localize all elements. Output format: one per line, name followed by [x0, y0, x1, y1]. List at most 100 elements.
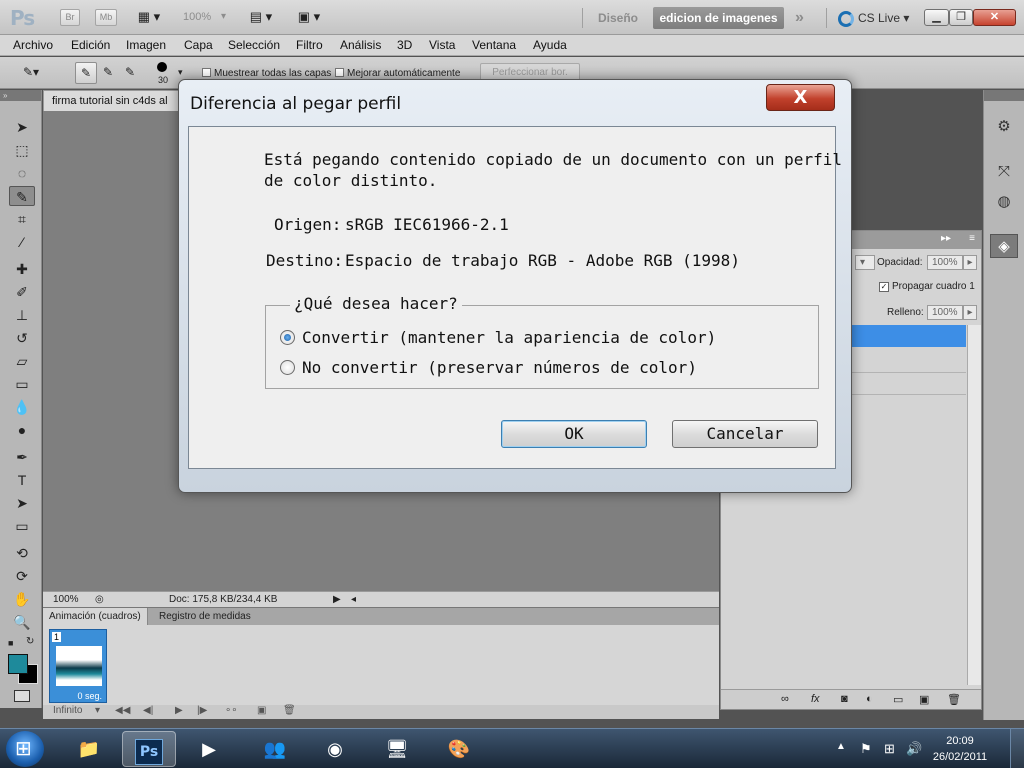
new-group-icon[interactable]: ▭	[893, 693, 903, 706]
scroll-left-icon[interactable]: ◂	[351, 594, 356, 605]
masks-icon[interactable]: ◍	[990, 190, 1018, 214]
layer-style-icon[interactable]: fx	[811, 693, 820, 705]
loop-dropdown-icon[interactable]: ▾	[95, 705, 100, 716]
quick-mask-icon[interactable]	[14, 690, 30, 702]
crop-tool-icon[interactable]: ⌗	[9, 209, 35, 229]
close-window-button[interactable]: ✕	[973, 9, 1016, 26]
propagate-frame-checkbox[interactable]: ✓ Propagar cuadro 1	[879, 281, 975, 292]
move-tool-icon[interactable]: ➤	[9, 117, 35, 137]
show-desktop-button[interactable]	[1010, 729, 1024, 768]
workspace-design[interactable]: Diseño	[598, 7, 638, 29]
new-layer-icon[interactable]: ▣	[919, 693, 929, 706]
blur-tool-icon[interactable]: 💧	[9, 397, 35, 417]
delete-frame-icon[interactable]: 🗑	[283, 705, 296, 716]
auto-enhance-checkbox[interactable]: Mejorar automáticamente	[335, 68, 460, 79]
transform-icon[interactable]: ⤧	[990, 160, 1018, 184]
system-clock[interactable]: 20:09 26/02/2011	[930, 733, 990, 765]
mini-bridge-button[interactable]: Mb	[95, 9, 117, 26]
clone-stamp-tool-icon[interactable]: ⊥	[9, 305, 35, 325]
no-convert-radio[interactable]	[280, 360, 295, 375]
opacity-field[interactable]: 100%	[927, 255, 963, 270]
media-player-taskbar-icon[interactable]: ▶	[182, 731, 236, 767]
dialog-close-button[interactable]: X	[766, 84, 835, 111]
menu-3d[interactable]: 3D	[397, 38, 412, 52]
remote-desktop-taskbar-icon[interactable]: 🖥	[370, 731, 424, 767]
brush-preview-icon[interactable]	[157, 62, 167, 72]
zoom-dropdown-icon[interactable]: ▾	[221, 11, 226, 22]
3d-orbit-tool-icon[interactable]: ⟳	[9, 566, 35, 586]
add-mask-icon[interactable]: ◙	[841, 693, 848, 705]
subtract-selection-icon[interactable]: ✎	[119, 62, 141, 84]
add-to-selection-icon[interactable]: ✎	[97, 62, 119, 84]
frame-duration[interactable]: 0 seg.	[50, 691, 106, 701]
messenger-taskbar-icon[interactable]: 👥	[248, 731, 302, 767]
firefox-taskbar-icon[interactable]: ◉	[308, 731, 362, 767]
history-brush-tool-icon[interactable]: ↺	[9, 328, 35, 348]
tween-icon[interactable]: ∘∘	[225, 705, 238, 716]
no-convert-option[interactable]: No convertir (preservar números de color…	[280, 358, 697, 377]
3d-rotate-tool-icon[interactable]: ⟲	[9, 543, 35, 563]
brush-tool-icon[interactable]: ✐	[9, 282, 35, 302]
tools-collapse-icon[interactable]: »	[0, 90, 41, 101]
swap-colors-icon[interactable]: ↻	[26, 636, 34, 647]
play-icon[interactable]: ▶	[175, 705, 183, 716]
tab-animacion[interactable]: Animación (cuadros)	[43, 608, 148, 626]
new-selection-icon[interactable]: ✎	[75, 62, 97, 84]
tool-preset-icon[interactable]: ✎▾	[20, 62, 42, 84]
link-layers-icon[interactable]: ∞	[781, 693, 789, 705]
duplicate-frame-icon[interactable]: ▣	[257, 705, 266, 716]
foreground-color-swatch[interactable]	[8, 654, 28, 674]
blend-mode-dropdown[interactable]: ▾	[855, 255, 875, 270]
panel-menu-icon[interactable]: ≡	[969, 233, 975, 244]
eyedropper-tool-icon[interactable]: ⁄	[9, 232, 35, 252]
delete-layer-icon[interactable]: 🗑	[947, 693, 961, 706]
brush-picker-icon[interactable]: ▾	[178, 67, 183, 78]
marquee-tool-icon[interactable]: ⬚	[9, 140, 35, 160]
healing-brush-tool-icon[interactable]: ✚	[9, 259, 35, 279]
photoshop-taskbar-button[interactable]: Ps	[122, 731, 176, 767]
next-frame-icon[interactable]: |▶	[197, 705, 207, 716]
menu-ventana[interactable]: Ventana	[472, 38, 516, 52]
explorer-taskbar-icon[interactable]: 📁	[62, 731, 116, 767]
more-workspaces-icon[interactable]: »	[795, 7, 804, 29]
volume-icon[interactable]: 🔊	[906, 741, 922, 757]
menu-ayuda[interactable]: Ayuda	[533, 38, 567, 52]
convert-radio[interactable]	[280, 330, 295, 345]
shape-tool-icon[interactable]: ▭	[9, 516, 35, 536]
menu-seleccion[interactable]: Selección	[228, 38, 280, 52]
network-icon[interactable]: ⊞	[884, 741, 895, 757]
convert-option[interactable]: Convertir (mantener la apariencia de col…	[280, 328, 716, 347]
default-colors-icon[interactable]: ■	[8, 638, 13, 648]
adjustments-icon[interactable]: ⚙	[990, 115, 1018, 139]
ok-button[interactable]: OK	[501, 420, 647, 448]
layers-scrollbar[interactable]	[967, 325, 981, 685]
menu-imagen[interactable]: Imagen	[126, 38, 166, 52]
dock-collapse-icon[interactable]	[984, 90, 1024, 101]
minimize-button[interactable]: ▁	[924, 9, 949, 26]
previous-frame-icon[interactable]: ◀|	[143, 705, 153, 716]
zoom-tool-icon[interactable]: 🔍	[9, 612, 35, 632]
animation-frame[interactable]: 1 0 seg.	[49, 629, 107, 703]
lasso-tool-icon[interactable]: ◌	[9, 163, 35, 183]
gradient-tool-icon[interactable]: ▭	[9, 374, 35, 394]
first-frame-icon[interactable]: ◀◀	[115, 705, 130, 716]
menu-filtro[interactable]: Filtro	[296, 38, 323, 52]
menu-vista[interactable]: Vista	[429, 38, 455, 52]
panel-collapse-icon[interactable]: ▸▸	[941, 233, 951, 244]
status-zoom[interactable]: 100%	[53, 594, 79, 605]
tab-registro-medidas[interactable]: Registro de medidas	[153, 608, 257, 626]
menu-archivo[interactable]: Archivo	[13, 38, 53, 52]
screen-mode-icon[interactable]: ▣ ▾	[292, 9, 326, 26]
sample-all-layers-checkbox[interactable]: Muestrear todas las capas	[202, 68, 331, 79]
arrange-documents-icon[interactable]: ▤ ▾	[244, 9, 278, 26]
menu-edicion[interactable]: Edición	[71, 38, 110, 52]
start-button[interactable]	[6, 731, 44, 767]
menu-analisis[interactable]: Análisis	[340, 38, 381, 52]
pen-tool-icon[interactable]: ✒	[9, 447, 35, 467]
cs-live-button[interactable]: CS Live ▾	[838, 8, 909, 28]
paint-taskbar-icon[interactable]: 🎨	[432, 731, 486, 767]
fill-field[interactable]: 100%	[927, 305, 963, 320]
path-selection-tool-icon[interactable]: ➤	[9, 493, 35, 513]
quick-selection-tool-icon[interactable]: ✎	[9, 186, 35, 206]
bridge-button[interactable]: Br	[60, 9, 80, 26]
